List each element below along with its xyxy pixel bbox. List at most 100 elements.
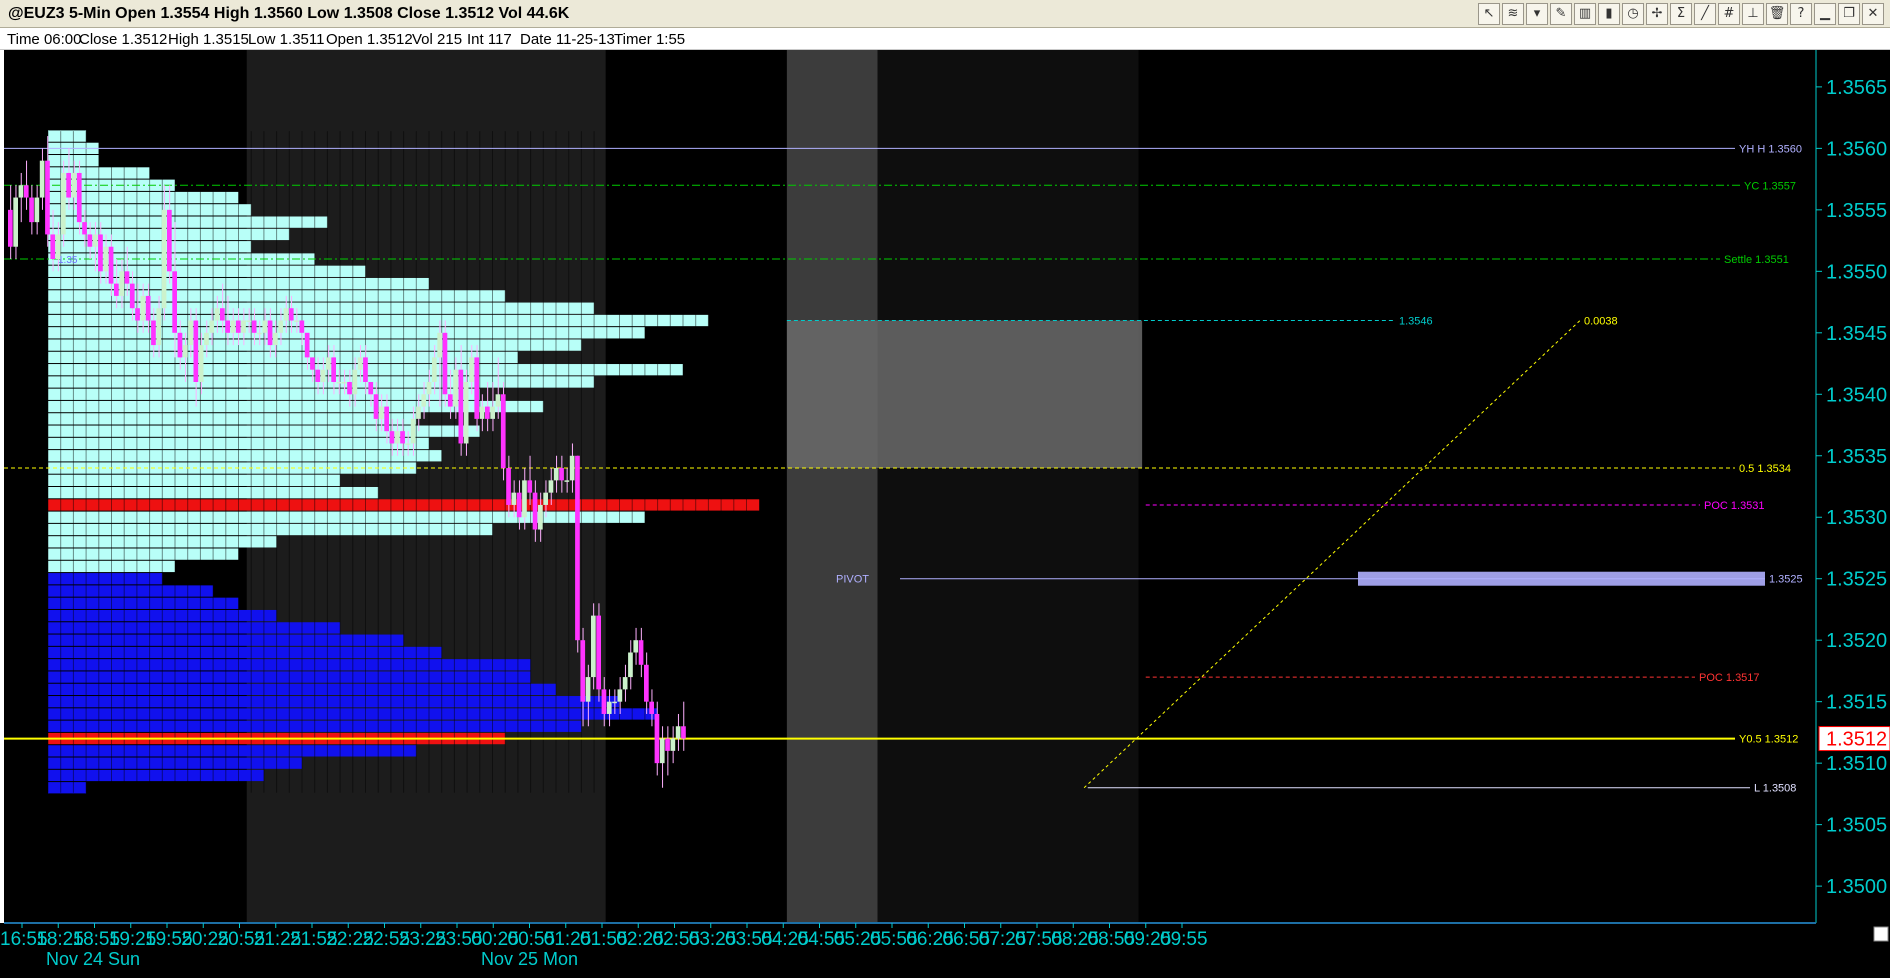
candle-body bbox=[675, 726, 681, 739]
candle-body bbox=[410, 418, 416, 444]
price-tick-label: 1.3525 bbox=[1826, 569, 1887, 591]
candle-body bbox=[273, 332, 278, 346]
hash-icon[interactable]: # bbox=[1718, 3, 1740, 25]
candle-body bbox=[474, 357, 480, 419]
help-icon[interactable]: ? bbox=[1790, 3, 1812, 25]
candle-body bbox=[294, 320, 299, 323]
candle-body bbox=[638, 640, 644, 665]
toolbar: ↖ ≋ ▾ ✎ ▥ ▮ ◷ ✢ Σ ╱ # ⊥ 🗑? ▁ ❐ ✕ bbox=[1478, 3, 1884, 25]
candle-body bbox=[145, 295, 151, 321]
candle-body bbox=[61, 172, 66, 235]
candle-body bbox=[458, 369, 464, 444]
candle-body bbox=[204, 332, 209, 346]
pivot-label: PIVOT bbox=[836, 574, 869, 586]
price-tick-label: 1.3545 bbox=[1826, 323, 1887, 345]
candle-body bbox=[389, 431, 395, 444]
candle-body bbox=[220, 308, 225, 321]
line-icon[interactable]: ╱ bbox=[1694, 3, 1716, 25]
candle-body bbox=[283, 308, 289, 321]
mark-icon[interactable]: ⊥ bbox=[1742, 3, 1764, 25]
level-label: 1.3525 bbox=[1769, 574, 1803, 586]
candle-body bbox=[622, 677, 628, 690]
price-tick-label: 1.3540 bbox=[1826, 384, 1887, 406]
profile-label: 1.35 bbox=[58, 255, 78, 266]
range-box bbox=[786, 320, 1143, 469]
candle-body bbox=[421, 394, 427, 407]
candle-body bbox=[76, 172, 82, 223]
candle-body bbox=[198, 345, 204, 382]
clock-icon[interactable]: ◷ bbox=[1622, 3, 1644, 25]
candle-body bbox=[469, 357, 474, 382]
level-label: 1.3546 bbox=[1399, 316, 1433, 328]
minimize-icon[interactable]: ▁ bbox=[1814, 3, 1836, 25]
candle-body bbox=[347, 381, 352, 395]
candle-body bbox=[363, 357, 368, 382]
candle-body bbox=[580, 640, 586, 702]
profile-row bbox=[48, 474, 341, 486]
close-icon[interactable]: ✕ bbox=[1862, 3, 1884, 25]
price-tick-label: 1.3560 bbox=[1826, 138, 1887, 160]
candle-body bbox=[591, 615, 596, 678]
candle-body bbox=[119, 271, 124, 296]
candle-body bbox=[384, 406, 389, 432]
level-label: POC 1.3517 bbox=[1699, 672, 1760, 684]
candle-icon[interactable]: ▮ bbox=[1598, 3, 1620, 25]
restore-icon[interactable]: ❐ bbox=[1838, 3, 1860, 25]
candle-body bbox=[288, 308, 294, 321]
candle-body bbox=[34, 197, 40, 223]
trash-icon[interactable]: 🗑 bbox=[1766, 3, 1788, 25]
candle-body bbox=[251, 320, 257, 333]
candle-body bbox=[368, 381, 374, 395]
price-tick-label: 1.3550 bbox=[1826, 261, 1887, 283]
pivot-band bbox=[1358, 571, 1765, 586]
session-shade bbox=[786, 50, 878, 923]
candle-body bbox=[214, 308, 220, 321]
profile-row bbox=[48, 585, 214, 597]
candle-body bbox=[463, 381, 469, 444]
info-date: Date 11-25-13 bbox=[520, 31, 615, 48]
profile-row bbox=[48, 400, 544, 413]
info-bar: Time 06:00 Close 1.3512 High 1.3515 Low … bbox=[0, 28, 1890, 50]
candle-body bbox=[98, 234, 103, 272]
scroll-corner[interactable] bbox=[1873, 926, 1889, 942]
candle-body bbox=[543, 492, 548, 505]
date-label: Nov 24 Sun bbox=[46, 949, 140, 969]
candle-body bbox=[511, 492, 517, 505]
candle-body bbox=[87, 234, 93, 247]
profile-row bbox=[48, 548, 239, 560]
profile-row bbox=[48, 511, 645, 523]
candle-body bbox=[45, 160, 50, 235]
candle-body bbox=[278, 320, 283, 333]
candle-body bbox=[432, 357, 437, 382]
candle-body bbox=[490, 406, 495, 419]
profile-row bbox=[48, 130, 87, 142]
bars-icon[interactable]: ▥ bbox=[1574, 3, 1596, 25]
cross-icon[interactable]: ✢ bbox=[1646, 3, 1668, 25]
candle-body bbox=[548, 480, 554, 493]
candle-body bbox=[326, 357, 331, 370]
candle-body bbox=[299, 320, 305, 333]
drop-icon[interactable]: ▾ bbox=[1526, 3, 1548, 25]
candle-body bbox=[135, 308, 140, 321]
candle-body bbox=[416, 406, 421, 419]
candle-body bbox=[633, 640, 639, 653]
candle-body bbox=[606, 701, 612, 714]
candle-body bbox=[522, 480, 527, 518]
candle-body bbox=[50, 234, 56, 260]
candle-body bbox=[601, 689, 607, 714]
candle-body bbox=[82, 222, 87, 235]
price-tick-label: 1.3510 bbox=[1826, 753, 1887, 775]
cursor-icon[interactable]: ↖ bbox=[1478, 3, 1500, 25]
candle-body bbox=[209, 320, 215, 333]
candle-body bbox=[13, 197, 18, 247]
candle-body bbox=[654, 713, 660, 764]
candle-body bbox=[167, 209, 172, 272]
profile-row bbox=[48, 573, 163, 585]
price-chart[interactable]: YH H 1.3560 YC 1.3557 Settle 1.3551 1.3546 0… bbox=[0, 50, 1890, 978]
pencil-icon[interactable]: ✎ bbox=[1550, 3, 1572, 25]
candle-body bbox=[257, 332, 262, 335]
candle-body bbox=[495, 394, 501, 407]
wave-icon[interactable]: ≋ bbox=[1502, 3, 1524, 25]
profile-row bbox=[48, 450, 442, 462]
sum-icon[interactable]: Σ bbox=[1670, 3, 1692, 25]
